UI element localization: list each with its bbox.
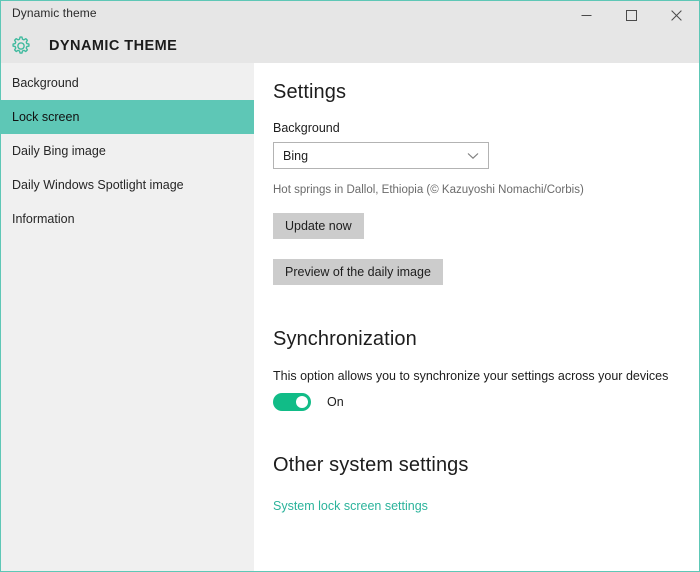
sidebar-item-label: Daily Bing image	[12, 144, 106, 158]
update-now-button[interactable]: Update now	[273, 213, 364, 239]
gear-icon	[12, 36, 30, 54]
synchronization-toggle[interactable]	[273, 393, 311, 411]
app-brand: DYNAMIC THEME	[1, 29, 177, 63]
sidebar-item-daily-bing-image[interactable]: Daily Bing image	[1, 134, 254, 168]
sidebar-item-label: Background	[12, 76, 79, 90]
background-select-value: Bing	[283, 148, 309, 163]
synchronization-heading: Synchronization	[273, 328, 417, 350]
minimize-button[interactable]	[564, 1, 609, 29]
sidebar: Background Lock screen Daily Bing image …	[1, 63, 254, 571]
app-window: Dynamic theme DYNAMIC THEME Background L…	[0, 0, 700, 572]
sidebar-item-label: Lock screen	[12, 110, 80, 124]
synchronization-toggle-row: On	[273, 393, 344, 411]
window-title: Dynamic theme	[12, 6, 97, 20]
maximize-button[interactable]	[609, 1, 654, 29]
background-label: Background	[273, 121, 340, 135]
synchronization-toggle-state: On	[327, 395, 344, 409]
synchronization-description: This option allows you to synchronize yo…	[273, 369, 669, 383]
minimize-icon	[581, 14, 592, 16]
window-controls	[564, 1, 699, 29]
sidebar-item-background[interactable]: Background	[1, 66, 254, 100]
background-select[interactable]: Bing	[273, 142, 489, 169]
app-title: DYNAMIC THEME	[49, 38, 178, 54]
close-button[interactable]	[654, 1, 699, 29]
sidebar-item-information[interactable]: Information	[1, 202, 254, 236]
sidebar-item-lock-screen[interactable]: Lock screen	[1, 100, 254, 134]
settings-heading: Settings	[273, 81, 347, 103]
title-bar: Dynamic theme DYNAMIC THEME	[1, 1, 699, 63]
chevron-down-icon	[467, 152, 479, 159]
preview-daily-image-button[interactable]: Preview of the daily image	[273, 259, 443, 285]
sidebar-item-label: Daily Windows Spotlight image	[12, 178, 184, 192]
maximize-icon	[626, 9, 637, 21]
content-pane: Settings Background Bing Hot springs in …	[256, 63, 699, 571]
toggle-knob	[296, 396, 308, 408]
close-icon	[671, 9, 682, 21]
other-system-settings-heading: Other system settings	[273, 454, 469, 476]
sidebar-item-daily-windows-spotlight-image[interactable]: Daily Windows Spotlight image	[1, 168, 254, 202]
system-lock-screen-settings-link[interactable]: System lock screen settings	[273, 499, 428, 513]
image-caption: Hot springs in Dallol, Ethiopia (© Kazuy…	[273, 184, 584, 196]
sidebar-item-label: Information	[12, 212, 75, 226]
